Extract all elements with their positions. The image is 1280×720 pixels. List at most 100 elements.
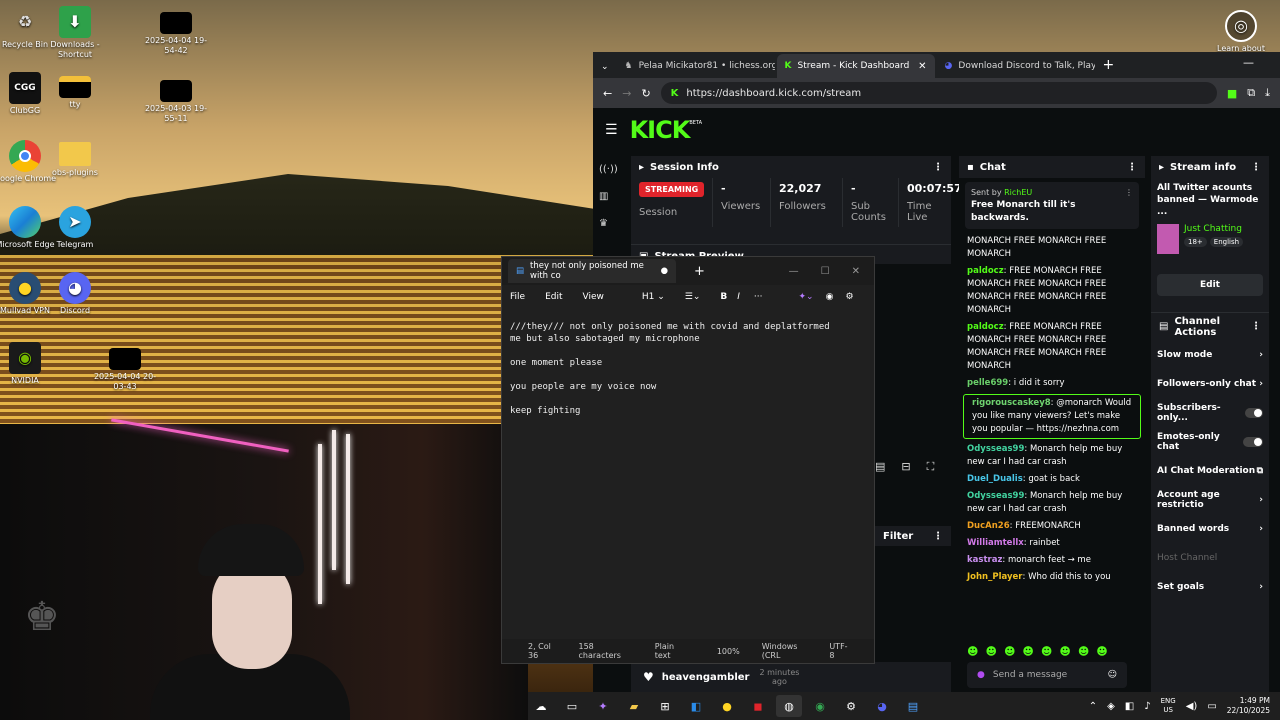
- learn-about-picture[interactable]: ◎ Learn about: [1208, 10, 1274, 54]
- minimize-icon[interactable]: —: [1243, 56, 1254, 69]
- desktop-icon-discord[interactable]: ◕ Discord: [42, 272, 108, 316]
- action-followers-only[interactable]: Followers-only chat ›: [1151, 369, 1269, 398]
- more-icon[interactable]: ···: [754, 292, 763, 302]
- italic-icon[interactable]: I: [737, 292, 740, 302]
- chat-username[interactable]: paldocz: [967, 322, 1004, 332]
- action-emotes-only[interactable]: Emotes-only chat: [1151, 427, 1269, 456]
- menu-edit[interactable]: Edit: [545, 292, 562, 302]
- trophy-icon[interactable]: ♛: [599, 218, 618, 229]
- copilot-icon[interactable]: ✦⌄: [799, 292, 814, 302]
- chat-message[interactable]: MONARCH FREE MONARCH FREE MONARCH: [959, 233, 1145, 263]
- chat-message[interactable]: Williamtellx: rainbet: [959, 535, 1145, 552]
- heading-dropdown[interactable]: H1 ⌄: [642, 292, 665, 302]
- menu-file[interactable]: File: [510, 292, 525, 302]
- kick-logo[interactable]: KICK: [630, 116, 691, 144]
- more-icon[interactable]: ⋮: [933, 531, 943, 542]
- emote-icon[interactable]: ☻: [1041, 645, 1052, 658]
- emote-icon[interactable]: ☻: [1096, 645, 1107, 658]
- toggle-switch[interactable]: [1243, 436, 1263, 447]
- status-encoding[interactable]: UTF-8: [829, 642, 848, 660]
- status-zoom[interactable]: 100%: [717, 647, 740, 656]
- menu-icon[interactable]: ☰: [605, 122, 618, 138]
- more-icon[interactable]: ⋮: [1251, 162, 1261, 173]
- theater-icon[interactable]: ⊟: [901, 460, 910, 474]
- maximize-icon[interactable]: ☐: [821, 266, 830, 277]
- new-tab-icon[interactable]: +: [1103, 57, 1115, 73]
- mic-icon[interactable]: ●: [977, 669, 985, 682]
- unsaved-dot-icon[interactable]: ●: [661, 266, 668, 276]
- close-icon[interactable]: ✕: [918, 61, 926, 72]
- action-banned-words[interactable]: Banned words ›: [1151, 514, 1269, 543]
- fullscreen-icon[interactable]: ⛶: [927, 460, 935, 474]
- action-slow-mode[interactable]: Slow mode ›: [1151, 340, 1269, 369]
- category-name[interactable]: Just Chatting: [1184, 224, 1243, 234]
- chat-username[interactable]: Odysseas99: [967, 444, 1024, 454]
- action-account-age[interactable]: Account age restrictio ›: [1151, 485, 1269, 514]
- chat-username[interactable]: John_Player: [967, 572, 1022, 582]
- action-subscribers-only[interactable]: Subscribers-only...: [1151, 398, 1269, 427]
- chat-message[interactable]: DucAn26: FREEMONARCH: [959, 518, 1145, 535]
- chat-username[interactable]: pelle699: [967, 378, 1008, 388]
- desktop-icon-obs-plugins[interactable]: obs-plugins: [42, 142, 108, 178]
- forward-icon[interactable]: →: [622, 87, 631, 100]
- language-indicator[interactable]: ENG US: [1161, 697, 1176, 715]
- status-eol[interactable]: Windows (CRL: [762, 642, 808, 660]
- notepad-icon[interactable]: ▤: [900, 695, 926, 717]
- chat-username[interactable]: paldocz: [967, 266, 1004, 276]
- widgets-icon[interactable]: ☁: [528, 695, 554, 717]
- more-icon[interactable]: ⋮: [933, 162, 943, 173]
- emote-icon[interactable]: ☻: [985, 645, 996, 658]
- chat-message[interactable]: paldocz: FREE MONARCH FREE MONARCH FREE …: [959, 319, 1145, 375]
- chat-username[interactable]: rigorouscaskey8: [972, 398, 1051, 408]
- extensions-icon[interactable]: ⧉: [1247, 86, 1255, 100]
- file-explorer-icon[interactable]: ▰: [621, 695, 647, 717]
- tab-search-icon[interactable]: ⌄: [601, 62, 609, 72]
- tab-lichess[interactable]: ♞Pelaa Micikator81 • lichess.org✕: [617, 54, 775, 78]
- obs-icon[interactable]: ◍: [776, 695, 802, 717]
- chat-message[interactable]: kastraz: monarch feet → me: [959, 552, 1145, 569]
- clock[interactable]: 1:49 PM 22/10/2025: [1227, 696, 1270, 716]
- live-icon[interactable]: ((·)): [599, 164, 618, 175]
- notepad-editor[interactable]: ///they/// not only poisoned me with cov…: [502, 309, 874, 429]
- desktop-icon-video-1[interactable]: 2025-04-04 19-54-42: [143, 12, 209, 56]
- back-icon[interactable]: ←: [603, 87, 612, 100]
- more-icon[interactable]: ⋮: [1251, 321, 1261, 332]
- app-icon[interactable]: ◼: [745, 695, 771, 717]
- chat-message[interactable]: Odysseas99: Monarch help me buy new car …: [959, 441, 1145, 471]
- tray-app-icon[interactable]: ◧: [1125, 701, 1134, 712]
- action-ai-moderation[interactable]: AI Chat Moderation ⧉: [1151, 456, 1269, 485]
- store-icon[interactable]: ⊞: [652, 695, 678, 717]
- chat-message[interactable]: paldocz: FREE MONARCH FREE MONARCH FREE …: [959, 263, 1145, 319]
- minimize-icon[interactable]: —: [789, 266, 799, 277]
- discord-icon[interactable]: ◕: [869, 695, 895, 717]
- settings-icon[interactable]: ⚙: [838, 695, 864, 717]
- tab-discord[interactable]: ◕Download Discord to Talk, Play✕: [937, 54, 1095, 78]
- outlook-icon[interactable]: ◧: [683, 695, 709, 717]
- network-tray-icon[interactable]: ◈: [1107, 701, 1115, 712]
- menu-view[interactable]: View: [583, 292, 604, 302]
- status-format[interactable]: Plain text: [655, 642, 685, 660]
- new-tab-icon[interactable]: +: [694, 264, 705, 279]
- desktop-icon-nvidia[interactable]: ◉ NVIDIA: [0, 342, 58, 386]
- desktop-icon-video-2[interactable]: 2025-04-03 19-55-11: [143, 80, 209, 124]
- chat-username[interactable]: Odysseas99: [967, 491, 1024, 501]
- bold-icon[interactable]: B: [720, 292, 727, 302]
- emote-icon[interactable]: ☻: [1078, 645, 1089, 658]
- mullvad-icon[interactable]: ●: [714, 695, 740, 717]
- stats-icon[interactable]: ▥: [599, 191, 618, 202]
- chat-message[interactable]: Duel_Dualis: goat is back: [959, 471, 1145, 488]
- chat-message[interactable]: rigorouscaskey8: @monarch Would you like…: [963, 394, 1141, 439]
- clip-icon[interactable]: ▤: [875, 460, 885, 474]
- emote-icon[interactable]: ☻: [1022, 645, 1033, 658]
- copilot-icon[interactable]: ✦: [590, 695, 616, 717]
- list-icon[interactable]: ☰⌄: [685, 292, 701, 302]
- more-icon[interactable]: ⋮: [1127, 161, 1137, 174]
- speaker-icon[interactable]: ◀): [1186, 701, 1198, 712]
- emote-icon[interactable]: ☻: [1059, 645, 1070, 658]
- chevron-up-icon[interactable]: ⌃: [1089, 701, 1097, 712]
- emote-icon[interactable]: ☻: [967, 645, 978, 658]
- task-view-icon[interactable]: ▭: [559, 695, 585, 717]
- emoji-icon[interactable]: ☺: [1108, 669, 1117, 682]
- desktop-icon-telegram[interactable]: ➤ Telegram: [42, 206, 108, 250]
- chat-input[interactable]: ● Send a message ☺: [967, 662, 1127, 688]
